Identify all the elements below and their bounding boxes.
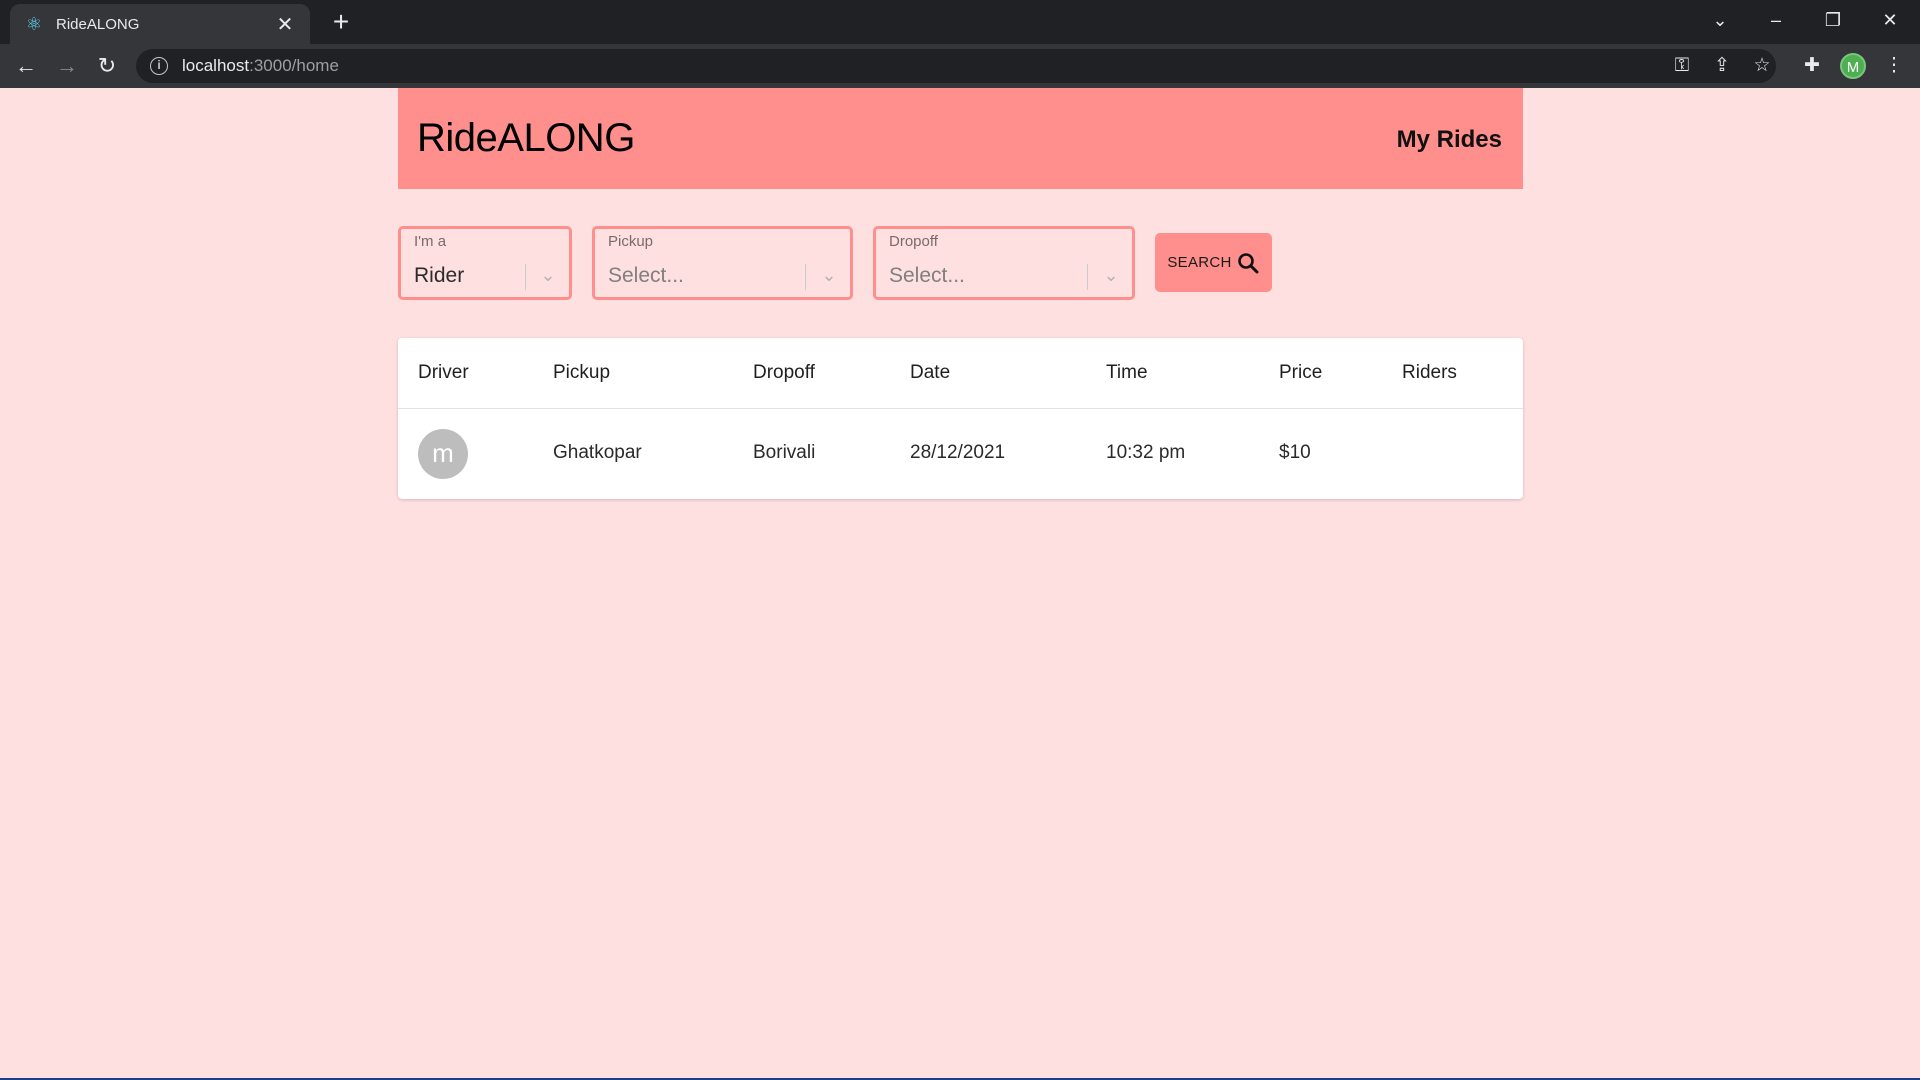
- address-bar[interactable]: i localhost:3000/home: [136, 49, 1776, 83]
- cell-dropoff: Borivali: [753, 442, 816, 463]
- column-header-pickup: Pickup: [553, 362, 611, 383]
- share-icon[interactable]: ⇪: [1706, 50, 1738, 82]
- column-header-dropoff: Dropoff: [753, 362, 815, 383]
- select-separator: [525, 264, 526, 290]
- close-tab-icon[interactable]: ✕: [274, 12, 296, 37]
- dropoff-select-label: Dropoff: [889, 233, 938, 250]
- key-icon[interactable]: ⚿: [1666, 50, 1698, 82]
- pickup-select-label: Pickup: [608, 233, 654, 250]
- header-divider: [398, 408, 1523, 409]
- column-header-date: Date: [910, 362, 951, 383]
- extensions-puzzle-icon[interactable]: ✚: [1796, 50, 1828, 82]
- back-button[interactable]: ←: [10, 50, 42, 82]
- chevron-down-icon[interactable]: ⌄: [817, 261, 841, 289]
- restore-button[interactable]: ❐: [1813, 4, 1853, 36]
- chevron-down-icon[interactable]: ⌄: [536, 261, 560, 289]
- driver-avatar[interactable]: m: [418, 429, 468, 479]
- select-separator: [805, 264, 806, 290]
- dropoff-select-placeholder: Select...: [889, 264, 965, 287]
- menu-kebab-icon[interactable]: ⋮: [1878, 50, 1910, 82]
- my-rides-link[interactable]: My Rides: [1397, 126, 1502, 154]
- cell-pickup: Ghatkopar: [553, 442, 642, 463]
- dropoff-select[interactable]: Dropoff Select... ⌄: [873, 226, 1135, 300]
- cell-time: 10:32 pm: [1106, 442, 1186, 463]
- browser-tab[interactable]: ⚛ RideALONG ✕: [10, 4, 310, 44]
- role-select-value: Rider: [414, 264, 465, 287]
- brand-logo-text[interactable]: RideALONG: [417, 116, 635, 161]
- browser-toolbar: ← → ↻ i localhost:3000/home ⚿ ⇪ ☆ ✚ ⋮: [0, 44, 1920, 88]
- reload-button[interactable]: ↻: [91, 50, 123, 82]
- role-select-label: I'm a: [414, 233, 447, 250]
- close-window-button[interactable]: ✕: [1870, 4, 1910, 36]
- role-select[interactable]: I'm a Rider ⌄: [398, 226, 572, 300]
- pickup-select[interactable]: Pickup Select... ⌄: [592, 226, 853, 300]
- forward-button[interactable]: →: [51, 50, 83, 82]
- react-favicon-icon: ⚛: [25, 14, 43, 34]
- cell-date: 28/12/2021: [910, 442, 1006, 463]
- column-header-price: Price: [1279, 362, 1323, 383]
- bookmark-star-icon[interactable]: ☆: [1746, 50, 1778, 82]
- column-header-driver: Driver: [418, 362, 469, 383]
- pickup-select-placeholder: Select...: [608, 264, 684, 287]
- tab-search-icon[interactable]: ⌄: [1700, 4, 1740, 36]
- search-icon: [1237, 252, 1259, 273]
- select-separator: [1087, 264, 1088, 290]
- app-header: RideALONG My Rides: [398, 88, 1523, 189]
- column-header-time: Time: [1106, 362, 1148, 383]
- minimize-button[interactable]: –: [1756, 4, 1796, 36]
- chevron-down-icon[interactable]: ⌄: [1099, 261, 1123, 289]
- profile-avatar[interactable]: M: [1840, 53, 1866, 79]
- column-header-riders: Riders: [1402, 362, 1457, 383]
- site-info-icon[interactable]: i: [150, 57, 168, 75]
- url-host: localhost: [182, 56, 250, 75]
- search-button-label: SEARCH: [1167, 254, 1232, 271]
- cell-price: $10: [1279, 442, 1311, 463]
- search-button[interactable]: SEARCH: [1155, 233, 1272, 292]
- rides-table: Driver Pickup Dropoff Date Time Price Ri…: [398, 338, 1523, 499]
- tab-title: RideALONG: [56, 15, 140, 33]
- new-tab-button[interactable]: +: [326, 8, 356, 38]
- url-path: :3000/home: [249, 56, 339, 75]
- browser-tab-bar: ⚛ RideALONG ✕ + ⌄ – ❐ ✕: [0, 0, 1920, 44]
